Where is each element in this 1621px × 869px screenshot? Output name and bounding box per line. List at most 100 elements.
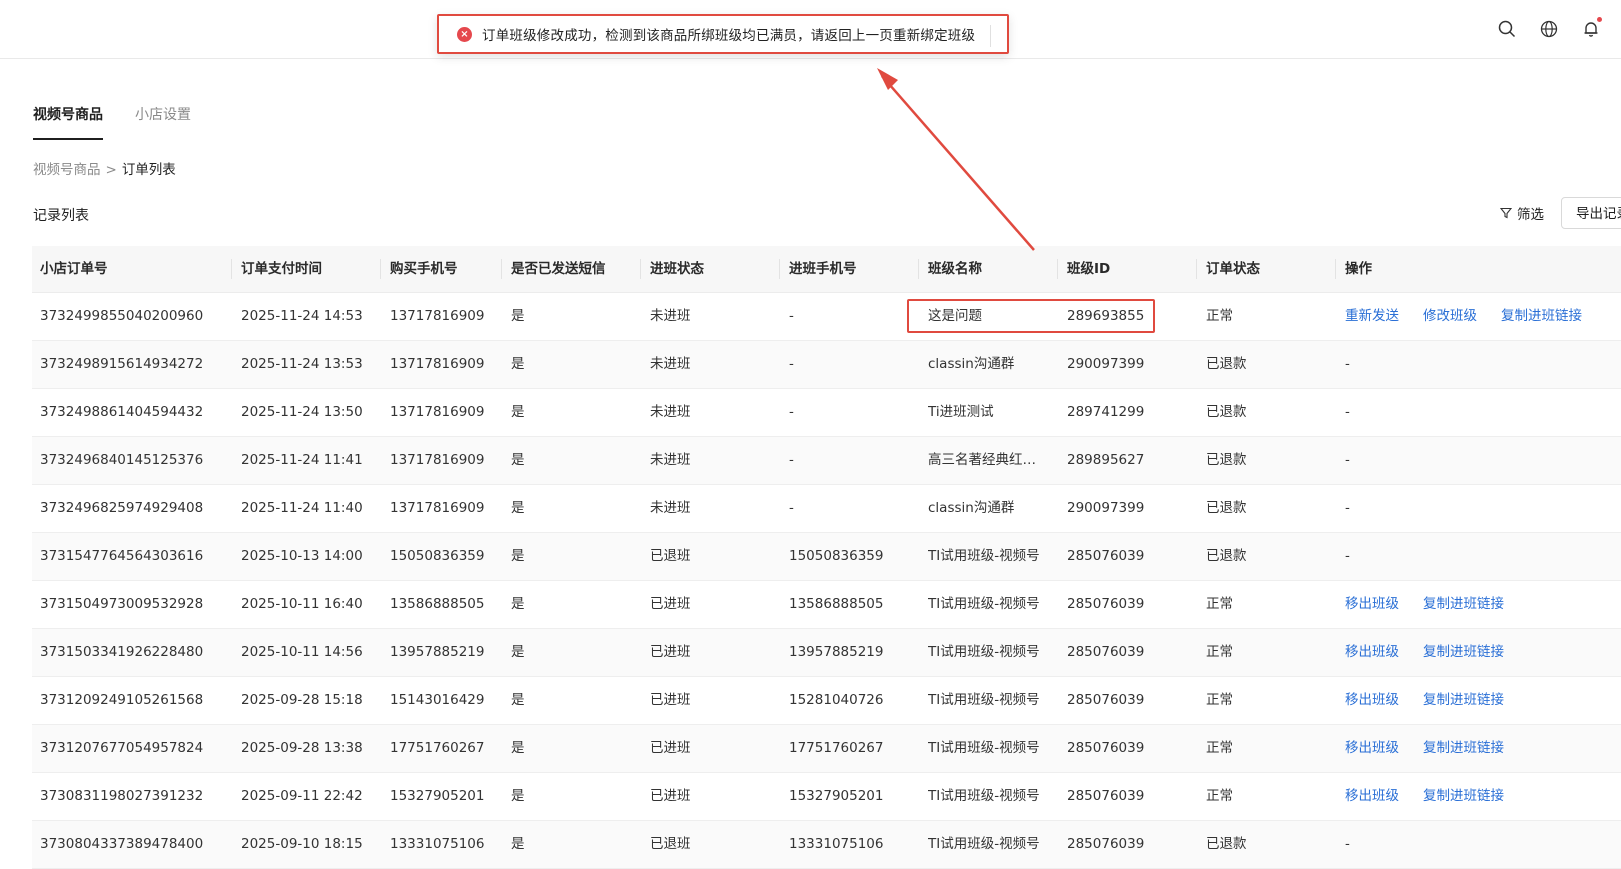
cell-operations: 移出班级 复制进班链接 — [1345, 773, 1621, 820]
header-divider — [640, 259, 641, 279]
operation-link[interactable]: 复制进班链接 — [1501, 308, 1582, 324]
cell-enroll-phone: 13957885219 — [789, 644, 884, 660]
cell-enroll-phone: 13331075106 — [789, 836, 884, 852]
operation-link[interactable]: 修改班级 — [1423, 308, 1477, 324]
column-header: 订单支付时间 — [241, 261, 322, 277]
cell-enroll-phone: - — [789, 356, 794, 372]
table-row: 3732498861404594432 2025-11-24 13:50 13717… — [32, 389, 1621, 437]
cell-class-name: TI试用班级-视频号 — [928, 788, 1040, 804]
cell-enroll-phone: 15050836359 — [789, 548, 884, 564]
cell-enroll: 已进班 — [650, 788, 691, 804]
cell-operations: - — [1345, 500, 1350, 516]
cell-enroll: 已退班 — [650, 836, 691, 852]
cell-status: 已退款 — [1206, 836, 1247, 852]
cell-order: 3732498915614934272 — [40, 356, 204, 372]
breadcrumb-parent[interactable]: 视频号商品 — [33, 162, 101, 178]
filter-button[interactable]: 筛选 — [1500, 203, 1544, 223]
cell-enroll: 已进班 — [650, 740, 691, 756]
cell-status: 已退款 — [1206, 404, 1247, 420]
header-divider — [231, 259, 232, 279]
cell-time: 2025-10-11 16:40 — [241, 596, 363, 612]
cell-status: 已退款 — [1206, 500, 1247, 516]
operation-link[interactable]: 移出班级 — [1345, 644, 1399, 660]
section-title: 记录列表 — [33, 208, 89, 224]
cell-enroll-phone: 17751760267 — [789, 740, 884, 756]
cell-class-id: 285076039 — [1067, 548, 1145, 564]
cell-sms: 是 — [511, 404, 525, 420]
operation-link[interactable]: 复制进班链接 — [1423, 692, 1504, 708]
cell-class-id: 285076039 — [1067, 596, 1145, 612]
cell-operations: 移出班级 复制进班链接 — [1345, 677, 1621, 724]
bell-icon[interactable] — [1580, 17, 1602, 40]
operation-link[interactable]: 复制进班链接 — [1423, 644, 1504, 660]
operation-link[interactable]: 移出班级 — [1345, 740, 1399, 756]
cell-sms: 是 — [511, 596, 525, 612]
header-divider — [1196, 259, 1197, 279]
operation-link[interactable]: 重新发送 — [1345, 308, 1399, 324]
export-records-button[interactable]: 导出记录 — [1561, 197, 1621, 229]
cell-buyer: 13717816909 — [390, 500, 485, 516]
tab-shop-settings[interactable]: 小店设置 — [135, 104, 191, 140]
cell-buyer: 13957885219 — [390, 644, 485, 660]
notification-dot — [1597, 17, 1602, 22]
cell-enroll: 未进班 — [650, 500, 691, 516]
filter-icon — [1500, 207, 1512, 219]
column-header: 订单状态 — [1206, 261, 1260, 277]
cell-enroll: 未进班 — [650, 356, 691, 372]
operation-link[interactable]: 移出班级 — [1345, 788, 1399, 804]
cell-class-id: 289693855 — [1067, 308, 1145, 324]
cell-enroll: 未进班 — [650, 308, 691, 324]
cell-operations: - — [1345, 452, 1350, 468]
cell-time: 2025-11-24 11:41 — [241, 452, 363, 468]
breadcrumb-separator: > — [105, 162, 117, 178]
cell-class-name: TI试用班级-视频号 — [928, 596, 1040, 612]
cell-status: 正常 — [1206, 644, 1233, 660]
cell-status: 正常 — [1206, 596, 1233, 612]
operation-link[interactable]: 移出班级 — [1345, 692, 1399, 708]
cell-time: 2025-11-24 11:40 — [241, 500, 363, 516]
table-row: 3731209249105261568 2025-09-28 15:18 15143… — [32, 677, 1621, 725]
cell-time: 2025-09-28 15:18 — [241, 692, 363, 708]
tab-video-products[interactable]: 视频号商品 — [33, 104, 103, 140]
operation-link[interactable]: 复制进班链接 — [1423, 740, 1504, 756]
cell-buyer: 17751760267 — [390, 740, 485, 756]
cell-enroll: 已进班 — [650, 692, 691, 708]
cell-sms: 是 — [511, 500, 525, 516]
cell-enroll-phone: - — [789, 500, 794, 516]
cell-order: 3731504973009532928 — [40, 596, 204, 612]
globe-icon[interactable] — [1538, 18, 1560, 40]
cell-buyer: 13717816909 — [390, 404, 485, 420]
header-divider — [1057, 259, 1058, 279]
cell-class-name: TI试用班级-视频号 — [928, 692, 1040, 708]
cell-class-name: TI试用班级-视频号 — [928, 740, 1040, 756]
cell-status: 正常 — [1206, 308, 1233, 324]
search-icon[interactable] — [1496, 18, 1518, 40]
cell-enroll-phone: - — [789, 308, 794, 324]
cell-class-id: 285076039 — [1067, 692, 1145, 708]
cell-order: 3731207677054957824 — [40, 740, 204, 756]
cell-status: 已退款 — [1206, 452, 1247, 468]
table-row: 3731547764564303616 2025-10-13 14:00 15050… — [32, 533, 1621, 581]
cell-operations: - — [1345, 548, 1350, 564]
cell-sms: 是 — [511, 308, 525, 324]
cell-operations: - — [1345, 404, 1350, 420]
cell-enroll: 已进班 — [650, 596, 691, 612]
cell-class-name: classin沟通群 — [928, 356, 1015, 372]
cell-operations: 重新发送 修改班级 复制进班链接 — [1345, 293, 1621, 340]
operation-link[interactable]: 移出班级 — [1345, 596, 1399, 612]
breadcrumb-current: 订单列表 — [121, 162, 176, 178]
column-header: 班级名称 — [928, 261, 982, 277]
header-divider — [1335, 259, 1336, 279]
cell-buyer: 15327905201 — [390, 788, 485, 804]
table-row: 3732498915614934272 2025-11-24 13:53 13717… — [32, 341, 1621, 389]
filter-label: 筛选 — [1517, 207, 1544, 223]
cell-enroll-phone: 13586888505 — [789, 596, 884, 612]
operation-link[interactable]: 复制进班链接 — [1423, 788, 1504, 804]
error-circle-icon: × — [457, 26, 472, 42]
cell-buyer: 13717816909 — [390, 308, 485, 324]
cell-sms: 是 — [511, 788, 525, 804]
operation-link[interactable]: 复制进班链接 — [1423, 596, 1504, 612]
table-row: 3732496840145125376 2025-11-24 11:41 13717… — [32, 437, 1621, 485]
cell-order: 3732496840145125376 — [40, 452, 204, 468]
toast-divider — [990, 25, 991, 47]
